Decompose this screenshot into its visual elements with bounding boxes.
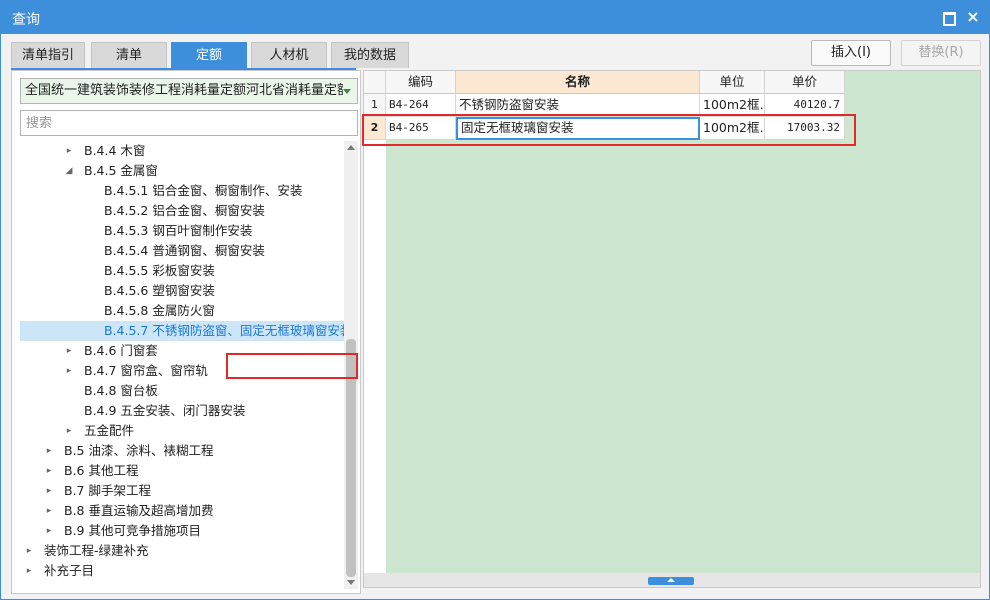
tree-node-label: B.5 油漆、涂料、裱糊工程 xyxy=(64,443,214,458)
insert-button[interactable]: 插入(I) xyxy=(811,40,891,66)
tree-node-label: B.9 其他可竞争措施项目 xyxy=(64,523,201,538)
expand-arrow-icon[interactable]: ▸ xyxy=(64,141,74,161)
column-header-unit[interactable]: 单位 xyxy=(700,71,765,94)
column-header-name[interactable]: 名称 xyxy=(456,71,700,94)
tree-node-label: B.4.5.2 铝合金窗、橱窗安装 xyxy=(104,203,265,218)
column-header-code[interactable]: 编码 xyxy=(386,71,456,94)
search-input[interactable] xyxy=(20,110,358,136)
tree-node-label: B.4.5 金属窗 xyxy=(84,163,158,178)
tree-node-label: 补充子目 xyxy=(44,563,95,578)
tree-node-label: B.4.5.5 彩板窗安装 xyxy=(104,263,215,278)
tree-node-label: B.4.5.4 普通钢窗、橱窗安装 xyxy=(104,243,265,258)
tree-node-label: B.4.5.6 塑钢窗安装 xyxy=(104,283,215,298)
tree-node[interactable]: B.4.5.3 钢百叶窗制作安装 xyxy=(12,221,344,241)
tree-node[interactable]: ▸ 补充子目 xyxy=(12,561,344,581)
tree-node[interactable]: B.4.5.1 铝合金窗、橱窗制作、安装 xyxy=(12,181,344,201)
expand-arrow-icon[interactable]: ▸ xyxy=(44,501,54,521)
tree-node[interactable]: ▸ 装饰工程-绿建补充 xyxy=(12,541,344,561)
tree-node[interactable]: B.4.9 五金安装、闭门器安装 xyxy=(12,401,344,421)
tab-quota[interactable]: 定额 xyxy=(171,42,247,68)
grid-horizontal-scrollbar[interactable] xyxy=(364,573,980,587)
tree-node-label: B.4.9 五金安装、闭门器安装 xyxy=(84,403,246,418)
library-select-value: 全国统一建筑装饰装修工程消耗量定额河北省消耗量定额(2012) xyxy=(25,83,343,98)
scroll-down-icon[interactable] xyxy=(347,580,355,585)
tree-node-label: B.6 其他工程 xyxy=(64,463,139,478)
tree-node[interactable]: B.4.5.5 彩板窗安装 xyxy=(12,261,344,281)
tree-node[interactable]: B.4.5.4 普通钢窗、橱窗安装 xyxy=(12,241,344,261)
expand-arrow-icon[interactable]: ▸ xyxy=(24,541,34,561)
window-title: 查询 xyxy=(12,12,40,28)
tree-node-label: B.4.4 木窗 xyxy=(84,143,146,158)
tree-node[interactable]: ▸ B.4.4 木窗 xyxy=(12,141,344,161)
tree-node[interactable]: ◢ B.4.5 金属窗 xyxy=(12,161,344,181)
tree-node[interactable]: B.4.8 窗台板 xyxy=(12,381,344,401)
expand-arrow-icon[interactable]: ▸ xyxy=(64,421,74,441)
quota-library-panel: 全国统一建筑装饰装修工程消耗量定额河北省消耗量定额(2012) ▸ B.4.4 … xyxy=(11,70,361,594)
replace-button[interactable]: 替换(R) xyxy=(901,40,981,66)
tree-node[interactable]: ▸ B.5 油漆、涂料、裱糊工程 xyxy=(12,441,344,461)
tree-node-label: B.4.7 窗帘盒、窗帘轨 xyxy=(84,363,208,378)
tab-list[interactable]: 清单 xyxy=(91,42,167,68)
scroll-up-icon[interactable] xyxy=(347,145,355,150)
tree-node[interactable]: ▸ B.7 脚手架工程 xyxy=(12,481,344,501)
collapse-arrow-icon[interactable]: ◢ xyxy=(64,161,74,181)
tab-my-data[interactable]: 我的数据 xyxy=(331,42,409,68)
tree-node[interactable]: ▸ B.8 垂直运输及超高增加费 xyxy=(12,501,344,521)
tree-node-label: 五金配件 xyxy=(84,423,135,438)
expand-arrow-icon[interactable]: ▸ xyxy=(44,481,54,501)
tree-node[interactable]: B.4.5.8 金属防火窗 xyxy=(12,301,344,321)
panel-collapse-handle[interactable] xyxy=(648,577,694,585)
tab-list-guide[interactable]: 清单指引 xyxy=(11,42,85,68)
tree-node[interactable]: B.4.5.6 塑钢窗安装 xyxy=(12,281,344,301)
chevron-down-icon[interactable] xyxy=(343,89,351,94)
grid-corner xyxy=(364,71,386,94)
tree-node[interactable]: ▸ 五金配件 xyxy=(12,421,344,441)
tree-node-label: B.4.5.3 钢百叶窗制作安装 xyxy=(104,223,253,238)
tree-node-label: B.4.5.8 金属防火窗 xyxy=(104,303,215,318)
tree-node-label: B.7 脚手架工程 xyxy=(64,483,151,498)
tree-node-label: B.4.5.1 铝合金窗、橱窗制作、安装 xyxy=(104,183,303,198)
title-bar: 查询 × xyxy=(0,0,990,34)
expand-arrow-icon[interactable]: ▸ xyxy=(64,361,74,381)
library-select[interactable]: 全国统一建筑装饰装修工程消耗量定额河北省消耗量定额(2012) xyxy=(20,78,358,104)
tree-node-label: B.8 垂直运输及超高增加费 xyxy=(64,503,214,518)
tree-node[interactable]: ▸ B.6 其他工程 xyxy=(12,461,344,481)
expand-arrow-icon[interactable]: ▸ xyxy=(44,461,54,481)
highlight-box-row xyxy=(362,114,856,146)
row-header-column xyxy=(364,71,386,587)
tree-node-label: 装饰工程-绿建补充 xyxy=(44,543,149,558)
expand-arrow-icon[interactable]: ▸ xyxy=(44,521,54,541)
expand-arrow-icon[interactable]: ▸ xyxy=(24,561,34,581)
highlight-box-tree xyxy=(226,353,358,379)
close-icon[interactable]: × xyxy=(965,9,981,25)
expand-arrow-icon[interactable]: ▸ xyxy=(64,341,74,361)
expand-arrow-icon[interactable]: ▸ xyxy=(44,441,54,461)
tree-node-label: B.4.5.7 不锈钢防盗窗、固定无框玻璃窗安装 xyxy=(104,323,344,338)
tree-node[interactable]: ▸ B.9 其他可竞争措施项目 xyxy=(12,521,344,541)
tab-labor-materials[interactable]: 人材机 xyxy=(251,42,327,68)
maximize-icon[interactable] xyxy=(940,9,956,26)
tree-node[interactable]: B.4.5.2 铝合金窗、橱窗安装 xyxy=(12,201,344,221)
column-header-price[interactable]: 单价 xyxy=(765,71,845,94)
quota-grid: 编码 名称 单位 单价 1 B4-264 不锈钢防盗窗安装 100m2框… 40… xyxy=(362,70,981,588)
tree-node-selected[interactable]: B.4.5.7 不锈钢防盗窗、固定无框玻璃窗安装 xyxy=(20,321,344,341)
tree-node-label: B.4.6 门窗套 xyxy=(84,343,158,358)
query-dialog: 清单指引 清单 定额 人材机 我的数据 插入(I) 替换(R) 全国统一建筑装饰… xyxy=(0,34,990,600)
tree-node-label: B.4.8 窗台板 xyxy=(84,383,158,398)
